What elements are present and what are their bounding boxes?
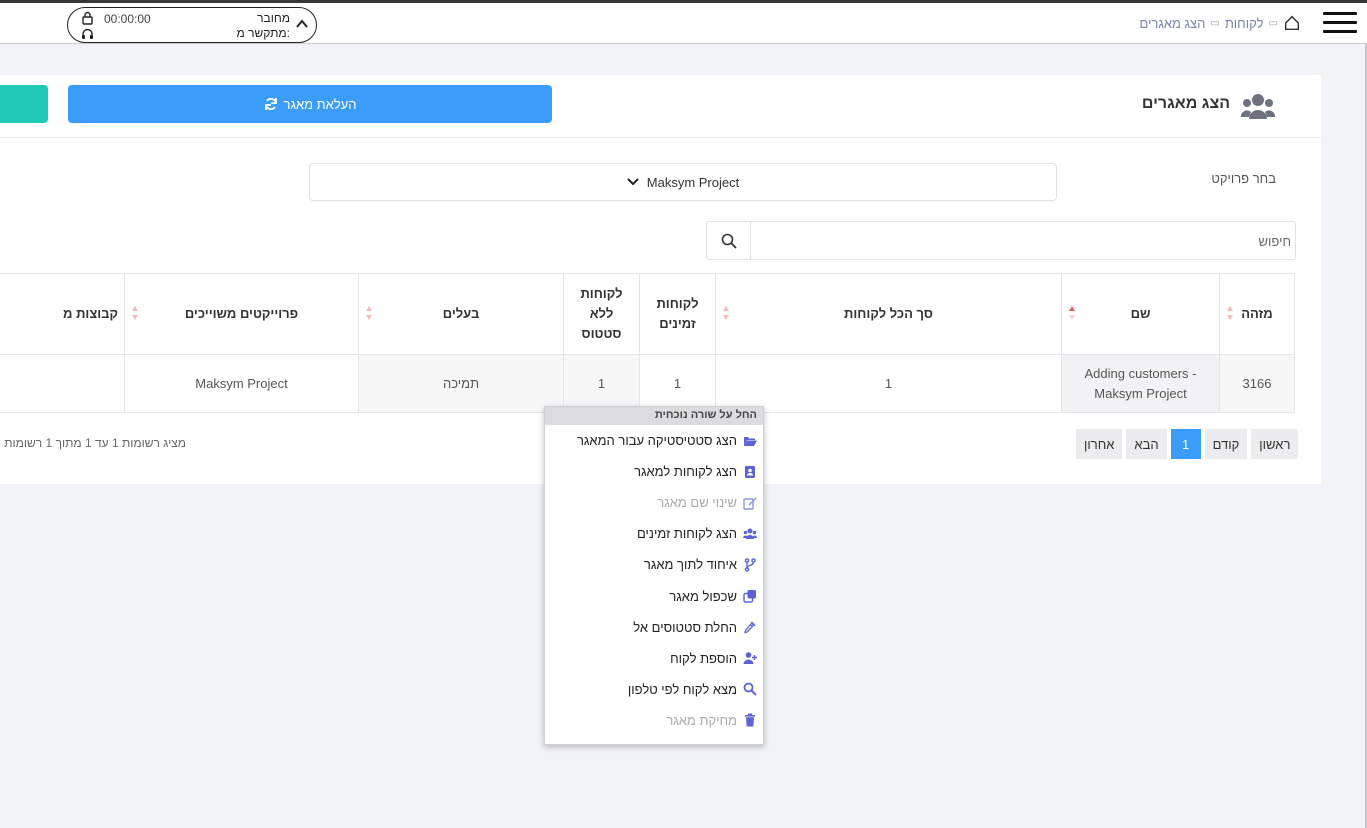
cell-available-customers: 1 — [639, 354, 716, 413]
menu-item-duplicate-pool[interactable]: שכפול מאגר — [545, 580, 763, 611]
table-row[interactable]: 3166 Adding customers - Maksym Project 1… — [0, 354, 1295, 413]
cell-no-status-customers: 1 — [563, 354, 640, 413]
menu-item-apply-statuses[interactable]: החלת סטטוסים אל — [545, 612, 763, 643]
user-plus-icon — [743, 652, 757, 665]
call-timer: 00:00:00 — [104, 12, 151, 26]
headset-icon — [82, 28, 93, 39]
search-button[interactable] — [707, 222, 751, 259]
search-input[interactable] — [751, 222, 1293, 261]
secondary-action-button[interactable] — [0, 85, 48, 123]
search-box — [706, 221, 1296, 261]
call-connected-from: מתקשר מ: — [236, 26, 290, 40]
sort-icon — [0, 305, 1, 321]
cell-linked-projects: Maksym Project — [124, 354, 359, 413]
users-icon — [743, 528, 757, 539]
column-header-available-customers[interactable]: לקוחות זמינים — [639, 273, 716, 355]
project-select[interactable]: Maksym Project — [309, 163, 1057, 201]
folder-open-icon — [744, 436, 757, 446]
clone-icon — [743, 590, 756, 603]
column-header-no-status-customers[interactable]: לקוחות ללא סטטוס — [563, 273, 640, 355]
search-icon — [721, 233, 737, 249]
home-icon[interactable] — [1283, 14, 1301, 32]
menu-item-merge-into-pool[interactable]: איחוד לתוך מאגר — [545, 549, 763, 580]
column-header-groups[interactable]: קבוצות מ — [0, 273, 125, 355]
refresh-icon — [264, 98, 277, 110]
call-status-widget[interactable]: מחובר מתקשר מ: 00:00:00 — [67, 7, 317, 43]
records-info: מציג רשומות 1 עד 1 מתוך 1 רשומות — [4, 436, 186, 450]
menu-item-show-available-customers[interactable]: הצג לקוחות זמינים — [545, 518, 763, 549]
sort-icon — [366, 306, 372, 320]
breadcrumb-separator: ▭ — [1210, 17, 1220, 29]
column-header-owner[interactable]: בעלים — [358, 273, 564, 355]
breadcrumb: ▭ לקוחות ▭ הצג מאגרים — [1139, 13, 1301, 33]
pager-next[interactable]: הבא — [1126, 429, 1167, 459]
row-context-menu: החל על שורה נוכחית הצג סטטיסטיקה עבור המ… — [544, 406, 764, 745]
lock-icon — [82, 11, 93, 25]
users-icon — [1241, 94, 1275, 119]
hamburger-menu-icon[interactable] — [1323, 11, 1357, 35]
menu-item-add-customer[interactable]: הוספת לקוח — [545, 643, 763, 674]
breadcrumb-separator: ▭ — [1268, 17, 1278, 29]
sort-asc-icon — [1069, 306, 1075, 320]
search-icon — [743, 682, 757, 697]
project-label: בחר פרויקט — [1211, 171, 1276, 186]
pager-first[interactable]: ראשון — [1251, 429, 1299, 459]
upload-pool-label: העלאת מאגר — [283, 96, 357, 112]
merge-branch-icon — [744, 558, 756, 572]
column-header-linked-projects[interactable]: פרוייקטים משוייכים — [124, 273, 359, 355]
sort-icon — [1227, 306, 1233, 320]
cell-id: 3166 — [1219, 354, 1295, 413]
pager-last[interactable]: אחרון — [1076, 429, 1123, 459]
eyedropper-icon — [744, 621, 756, 634]
call-status-text: מחובר — [257, 11, 290, 25]
pools-table: מזהה שם סך הכל לקוחות לקוחות זמינים לקוח… — [0, 273, 1295, 413]
menu-item-show-statistics[interactable]: הצג סטטיסטיקה עבור המאגר — [545, 425, 763, 456]
project-select-value: Maksym Project — [646, 174, 740, 190]
pager-page-1[interactable]: 1 — [1170, 429, 1201, 459]
cell-total-customers: 1 — [715, 354, 1062, 413]
chevron-up-icon[interactable] — [295, 17, 309, 31]
column-header-total-customers[interactable]: סך הכל לקוחות — [715, 273, 1062, 355]
address-book-icon — [745, 465, 755, 478]
table-header-row: מזהה שם סך הכל לקוחות לקוחות זמינים לקוח… — [0, 273, 1295, 355]
menu-item-delete-pool[interactable]: מחיקת מאגר — [545, 705, 763, 736]
column-header-id[interactable]: מזהה — [1219, 273, 1295, 355]
menu-item-rename-pool[interactable]: שינוי שם מאגר — [545, 487, 763, 518]
menu-item-find-by-phone[interactable]: מצא לקוח לפי טלפון — [545, 674, 763, 705]
page-title: הצג מאגרים — [1141, 95, 1230, 112]
breadcrumb-customers[interactable]: לקוחות — [1225, 16, 1264, 31]
menu-item-show-customers[interactable]: הצג לקוחות למאגר — [545, 456, 763, 487]
cell-groups — [0, 354, 125, 413]
upload-pool-button[interactable]: העלאת מאגר — [68, 85, 552, 123]
pagination: ראשון קודם 1 הבא אחרון — [1076, 429, 1299, 459]
sort-icon — [723, 306, 729, 320]
pager-prev[interactable]: קודם — [1204, 429, 1248, 459]
cell-owner: תמיכה — [358, 354, 564, 413]
cell-name: Adding customers - Maksym Project — [1061, 354, 1220, 413]
edit-icon — [743, 497, 757, 510]
trash-icon — [745, 713, 755, 727]
context-menu-header: החל על שורה נוכחית — [545, 407, 763, 425]
chevron-down-icon — [627, 178, 639, 186]
sort-icon — [132, 306, 138, 320]
card-header: הצג מאגרים העלאת מאגר — [0, 75, 1321, 138]
breadcrumb-show-pools[interactable]: הצג מאגרים — [1139, 16, 1205, 31]
top-bar: ▭ לקוחות ▭ הצג מאגרים מחובר מתקשר מ: 00:… — [0, 3, 1367, 44]
column-header-name[interactable]: שם — [1061, 273, 1220, 355]
